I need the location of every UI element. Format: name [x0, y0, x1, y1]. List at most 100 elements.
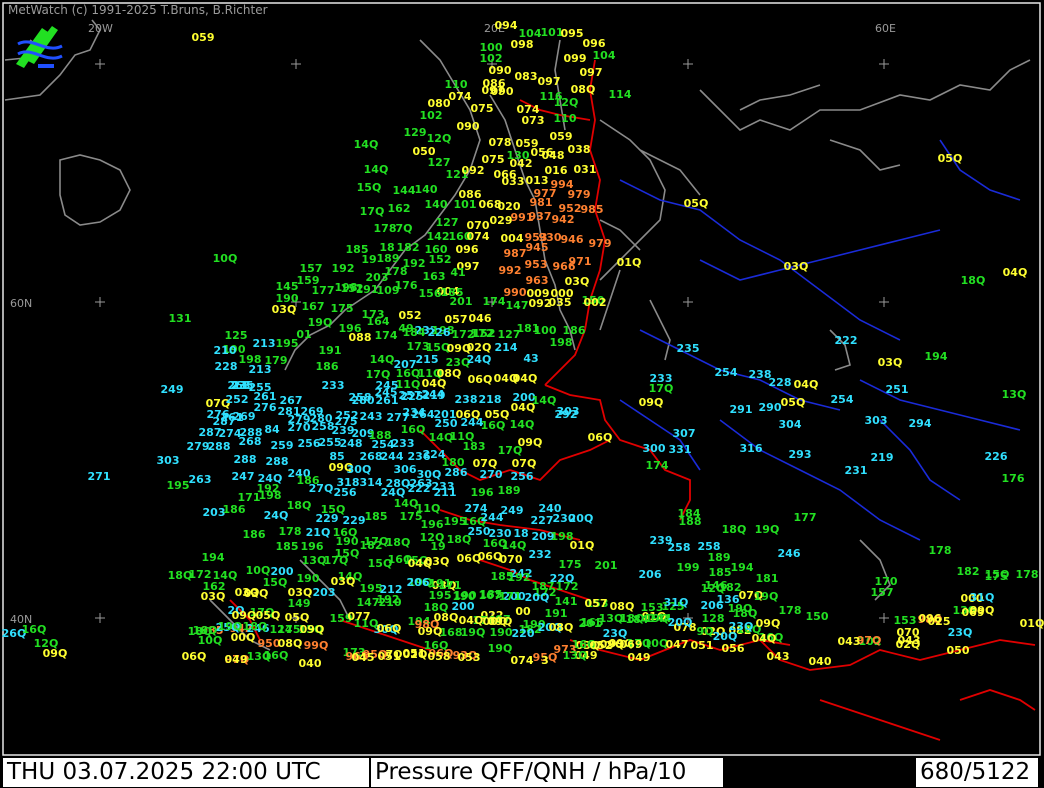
pressure-value: 178 [385, 265, 408, 278]
pressure-value: 056 [722, 642, 745, 655]
pressure-value: 15Q [335, 547, 360, 560]
pressure-value: 149 [288, 597, 311, 610]
pressure-value: 19Q [755, 523, 780, 536]
pressure-value: 059 [192, 31, 215, 44]
pressure-value: 233 [392, 437, 415, 450]
pressure-value: 214 [495, 341, 518, 354]
pressure-value: 3 [541, 654, 549, 667]
pressure-value: 194 [202, 551, 225, 564]
pressure-value: 43 [523, 352, 538, 365]
pressure-value: 174 [646, 459, 669, 472]
pressure-value: 152 [473, 327, 496, 340]
pressure-value: 040 [299, 657, 322, 670]
pressure-value: 985 [581, 203, 604, 216]
pressure-value: 074 [511, 654, 534, 667]
pressure-value: 06Q [182, 650, 207, 663]
pressure-value: 03Q [565, 275, 590, 288]
pressure-value: 30Q [347, 463, 372, 476]
pressure-value: 185 [709, 566, 732, 579]
pressure-value: 279 [187, 440, 210, 453]
pressure-value: 01Q [570, 539, 595, 552]
pressure-value: 167 [302, 300, 325, 313]
pressure-value: 306 [394, 463, 417, 476]
pressure-value: 206 [639, 568, 662, 581]
pressure-value: 195 [276, 337, 299, 350]
pressure-value: 09Q [418, 625, 443, 638]
pressure-value: 194 [925, 350, 948, 363]
pressure-value: 294 [909, 417, 932, 430]
pressure-value: 16Q [481, 419, 506, 432]
pressure-value: 10Q [213, 252, 238, 265]
pressure-value: 09Q [518, 436, 543, 449]
pressure-value: 18Q [620, 612, 645, 625]
pressure-value: 04Q [513, 372, 538, 385]
pressure-value: 256 [334, 486, 357, 499]
status-bar: THU 03.07.2025 22:00 UTC Pressure QFF/QN… [0, 757, 1044, 788]
pressure-value: 293 [789, 448, 812, 461]
pressure-value: 05Q [684, 197, 709, 210]
pressure-value: 263 [228, 379, 251, 392]
pressure-value: 14Q [502, 539, 527, 552]
pressure-value: 31Q [664, 596, 689, 609]
pressure-value: 057 [585, 597, 608, 610]
pressure-value: 03Q [201, 590, 226, 603]
pressure-value: 184 [403, 326, 426, 339]
pressure-value: 06Q [377, 622, 402, 635]
pressure-value: 264 [412, 408, 435, 421]
pressure-value: 14Q [532, 394, 557, 407]
pressure-value: 186 [243, 528, 266, 541]
pressure-value: 183 [463, 440, 486, 453]
pressure-value: 20Q [569, 512, 594, 525]
pressure-value: 125 [225, 329, 248, 342]
pressure-value: 185 [365, 510, 388, 523]
pressure-value: 945 [526, 241, 549, 254]
pressure-value: 050 [947, 644, 970, 657]
pressure-value: 129 [404, 126, 427, 139]
pressure-value: 098 [511, 38, 534, 51]
pressure-value: 090 [489, 64, 512, 77]
pressure-value: 131 [169, 312, 192, 325]
pressure-value: 300 [643, 442, 666, 455]
pressure-value: 095 [561, 27, 584, 40]
pressure-value: 13Q [302, 554, 327, 567]
pressure-value: 181 [756, 572, 779, 585]
pressure-value: 14Q [394, 497, 419, 510]
pressure-value: 244 [381, 450, 404, 463]
pressure-value: 198 [550, 336, 573, 349]
pressure-value: 069 [620, 638, 643, 651]
pressure-value: 178 [1016, 568, 1039, 581]
pressure-value: 23Q [729, 620, 754, 633]
pressure-value: 01Q [617, 256, 642, 269]
pressure-value: 261 [376, 394, 399, 407]
pressure-value: 162 [388, 202, 411, 215]
grid-label: 60E [875, 22, 896, 35]
pressure-value: 046 [469, 312, 492, 325]
pressure-value: 12Q [427, 132, 452, 145]
pressure-value: 191 [545, 607, 568, 620]
pressure-value: 109 [377, 284, 400, 297]
pressure-value: 16Q [264, 649, 289, 662]
pressure-value: 045 [352, 651, 375, 664]
pressure-value: 03Q [878, 356, 903, 369]
pressure-value: 196 [421, 518, 444, 531]
pressure-value: 033 [502, 175, 525, 188]
pressure-value: 231 [845, 464, 868, 477]
pressure-value: 13Q [563, 649, 588, 662]
pressure-value: 23Q [948, 626, 973, 639]
pressure-value: 250 [435, 417, 458, 430]
pressure-value: 203 [313, 586, 336, 599]
pressure-value: 150 [806, 610, 829, 623]
weather-map[interactable]: 20W 20E 60E60N40N 059094104 101095098 096104… [0, 0, 1044, 788]
pressure-value: 971 [569, 255, 592, 268]
pressure-value: 271 [88, 470, 111, 483]
pressure-value: 199 [677, 561, 700, 574]
pressure-value: 176 [1002, 472, 1025, 485]
pressure-value: 252 [226, 393, 249, 406]
pressure-value: 043 [767, 650, 790, 663]
pressure-value: 243 [360, 410, 383, 423]
pressure-value: 192 [332, 262, 355, 275]
pressure-value: 218 [479, 393, 502, 406]
pressure-value: 331 [669, 443, 692, 456]
pressure-value: 073 [522, 114, 545, 127]
pressure-value: 01 [296, 328, 311, 341]
